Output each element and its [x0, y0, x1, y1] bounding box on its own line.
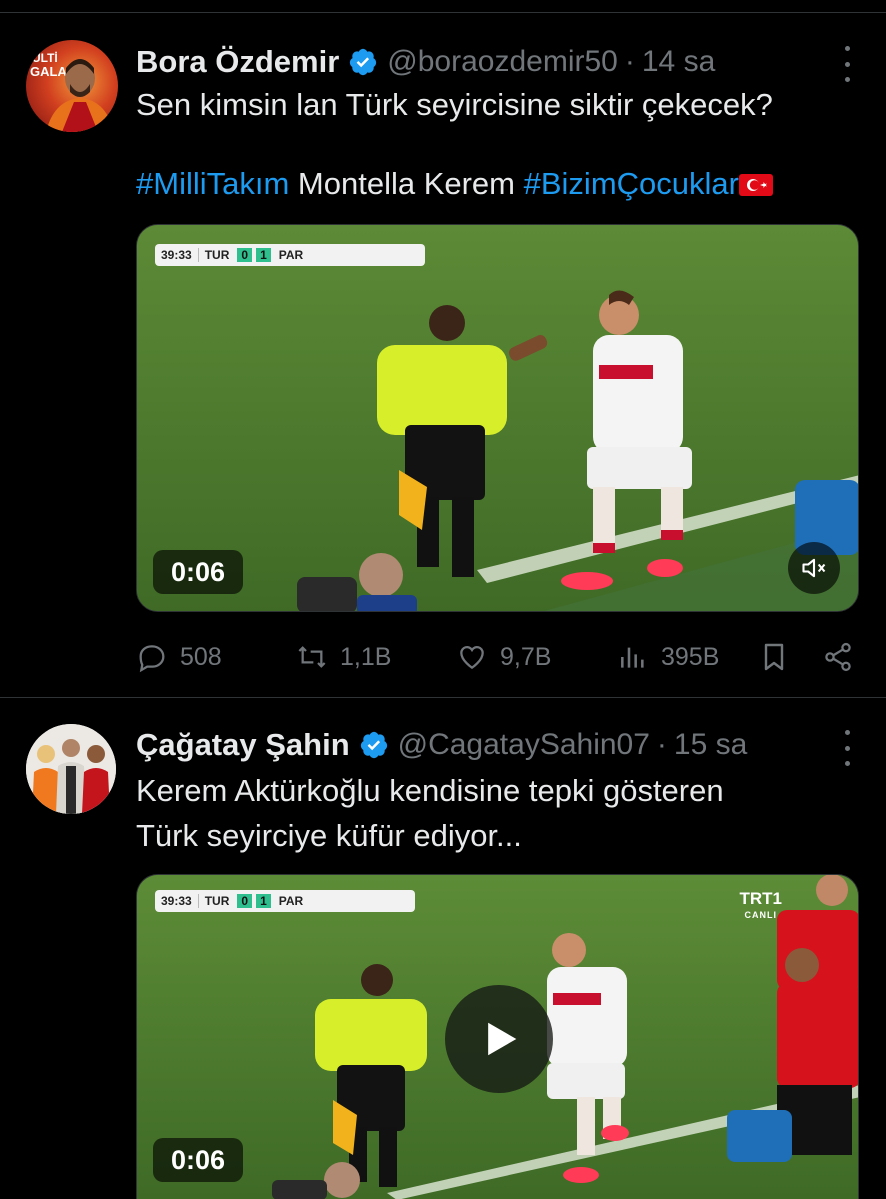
away-score: 1: [256, 894, 271, 908]
play-icon[interactable]: [445, 985, 553, 1093]
author-handle[interactable]: @CagataySahin07: [398, 728, 650, 762]
bookmark-button[interactable]: [758, 637, 790, 677]
tweet[interactable]: Çağatay Şahin @CagataySahin07 · 15 sa Ke…: [0, 698, 886, 1199]
svg-text:ÜLTİ: ÜLTİ: [32, 50, 58, 65]
author-name[interactable]: Bora Özdemir: [136, 44, 339, 80]
verified-badge-icon: [360, 731, 387, 759]
avatar[interactable]: ÜLTİ GALA: [26, 40, 118, 132]
video-frame: [137, 225, 858, 611]
video-duration: 0:06: [153, 550, 244, 594]
like-count: 9,7B: [500, 642, 552, 671]
video-player[interactable]: 39:33 TUR 0 1 PAR TRT1 CANLI 0:06: [136, 874, 859, 1199]
tweet-text-line: #MilliTakım Montella Kerem #BizimÇocukla…: [136, 161, 866, 206]
repost-icon: [298, 646, 326, 668]
views-icon: [621, 647, 644, 668]
verified-badge-icon: [350, 48, 377, 76]
home-team: TUR: [204, 248, 230, 262]
avatar[interactable]: [26, 724, 116, 814]
away-team: PAR: [278, 248, 304, 262]
plain-text: Montella Kerem: [289, 166, 524, 201]
svg-text:GALA: GALA: [30, 64, 67, 79]
like-icon: [460, 645, 484, 670]
share-button[interactable]: [822, 637, 854, 677]
repost-button[interactable]: 1,1B: [296, 637, 391, 677]
like-button[interactable]: 9,7B: [456, 637, 551, 677]
scoreboard: 39:33 TUR 0 1 PAR: [155, 890, 415, 912]
broadcaster-logo: TRT1 CANLI: [739, 889, 783, 923]
hashtag-link[interactable]: #BizimÇocuklar: [524, 166, 739, 201]
home-score: 0: [237, 894, 253, 908]
broadcaster-name: TRT1: [739, 889, 783, 908]
reply-icon: [139, 645, 165, 673]
tweet-text-line: Sen kimsin lan Türk seyircisine siktir ç…: [136, 87, 773, 122]
tweet-text-line: Kerem Aktürkoğlu kendisine tepki göstere…: [136, 773, 724, 808]
turkey-flag-icon: [738, 174, 773, 196]
more-options-icon[interactable]: [842, 730, 852, 766]
broadcaster-live-label: CANLI: [744, 910, 777, 920]
muted-speaker-icon[interactable]: [788, 542, 840, 594]
reply-button[interactable]: 508: [136, 637, 222, 677]
tweet-text: Kerem Aktürkoğlu kendisine tepki göstere…: [136, 768, 866, 858]
hashtag-link[interactable]: #MilliTakım: [136, 166, 289, 201]
video-duration: 0:06: [153, 1138, 244, 1182]
timestamp[interactable]: 14 sa: [642, 45, 715, 79]
author-handle[interactable]: @boraozdemir50: [387, 45, 618, 79]
home-score: 0: [237, 248, 253, 262]
home-team: TUR: [204, 894, 230, 908]
video-player[interactable]: 39:33 TUR 0 1 PAR 0:06: [136, 224, 859, 612]
timestamp[interactable]: 15 sa: [674, 728, 747, 762]
action-bar: 508 1,1B 9,7B 395B: [0, 637, 886, 677]
scoreboard: 39:33 TUR 0 1 PAR: [155, 244, 425, 266]
share-icon: [825, 642, 851, 672]
away-score: 1: [256, 248, 271, 262]
tweet-text: Sen kimsin lan Türk seyircisine siktir ç…: [136, 82, 866, 206]
repost-count: 1,1B: [340, 642, 392, 671]
tweet-header: Bora Özdemir @boraozdemir50 · 14 sa: [136, 40, 715, 84]
separator-dot: ·: [624, 45, 635, 78]
match-clock: 39:33: [159, 248, 199, 262]
match-clock: 39:33: [159, 894, 199, 908]
tweet-text-line: Türk seyirciye küfür ediyor...: [136, 818, 522, 853]
away-team: PAR: [278, 894, 304, 908]
author-name[interactable]: Çağatay Şahin: [136, 727, 350, 763]
tweet[interactable]: ÜLTİ GALA Bora Özdemir @boraozdemir50 · …: [0, 13, 886, 697]
reply-count: 508: [180, 642, 222, 671]
separator-dot: ·: [656, 728, 667, 761]
views-count: 395B: [661, 642, 720, 671]
views-button[interactable]: 395B: [617, 637, 719, 677]
tweet-header: Çağatay Şahin @CagataySahin07 · 15 sa: [136, 723, 747, 767]
bookmark-icon: [764, 643, 784, 671]
more-options-icon[interactable]: [842, 46, 852, 82]
